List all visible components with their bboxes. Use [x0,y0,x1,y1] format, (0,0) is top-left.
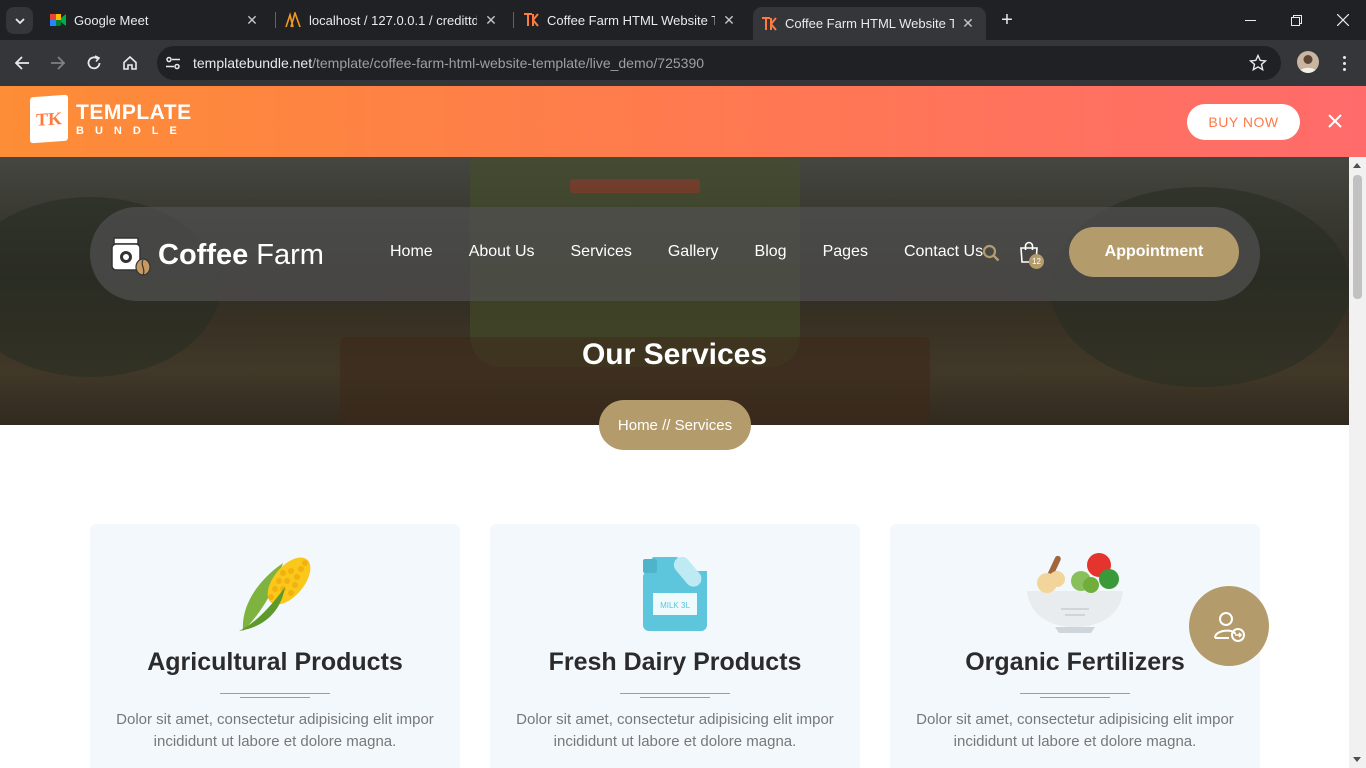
page-title: Our Services [581,338,768,371]
browser-menu-icon[interactable] [1334,51,1354,75]
tab-google-meet[interactable]: Google Meet ✕ [40,0,272,40]
nav-blog[interactable]: Blog [755,243,787,261]
url-path: /template/coffee-farm-html-website-templ… [312,55,705,71]
site-info-icon[interactable] [165,55,181,76]
service-description: Dolor sit amet, consectetur adipisicing … [916,711,1234,750]
tab-title: Coffee Farm HTML Website Tem [547,12,715,28]
scrollbar-thumb[interactable] [1353,175,1362,299]
service-card-dairy[interactable]: MILK 3L Fresh Dairy Products Dolor sit a… [490,524,860,768]
restore-icon[interactable] [1273,0,1319,40]
service-card-agricultural[interactable]: Agricultural Products Dolor sit amet, co… [90,524,460,768]
close-window-icon[interactable] [1320,0,1366,40]
salad-bowl-icon [1027,553,1123,633]
brand-name-bold: Coffee [158,238,249,271]
tab-title: Google Meet [74,12,149,28]
close-tab-icon[interactable]: ✕ [958,15,978,32]
appointment-button[interactable]: Appointment [1069,227,1239,277]
templatebundle-icon [761,16,777,32]
logo-text-top: TEMPLATE [76,100,192,124]
tab-title: localhost / 127.0.0.1 / credittdb [309,12,477,28]
nav-pages[interactable]: Pages [823,243,868,261]
url-host: templatebundle.net [193,55,313,71]
site-navbar: Coffee Farm Home About Us Services Galle… [90,207,1260,301]
google-meet-icon [50,12,66,28]
title-divider [220,693,330,698]
main-menu: Home About Us Services Gallery Blog Page… [390,243,1019,261]
coffee-farm-logo[interactable]: Coffee Farm [110,234,324,276]
tab-search-button[interactable] [6,7,33,34]
service-title: Agricultural Products [147,648,403,676]
nav-gallery[interactable]: Gallery [668,243,719,261]
brand-name: Coffee Farm [158,239,324,272]
tab-phpmyadmin[interactable]: localhost / 127.0.0.1 / credittdb ✕ [277,0,509,40]
templatebundle-icon [523,12,539,28]
close-tab-icon[interactable]: ✕ [719,12,739,29]
buy-now-button[interactable]: BUY NOW [1187,104,1300,140]
user-switch-icon [1214,612,1245,642]
forward-arrow-icon[interactable] [46,51,70,75]
svg-text:MILK 3L: MILK 3L [660,601,690,610]
logo-mark: TK [30,94,68,144]
browser-toolbar: templatebundle.net/template/coffee-farm-… [0,40,1366,86]
tab-separator [513,12,514,28]
search-icon[interactable] [982,244,1000,267]
bookmark-star-icon[interactable] [1248,53,1268,77]
service-description: Dolor sit amet, consectetur adipisicing … [116,711,434,750]
title-divider [620,693,730,698]
chevron-down-icon [14,17,25,24]
profile-avatar[interactable] [1297,51,1319,73]
scroll-up-arrow-icon[interactable] [1353,163,1361,168]
promo-bar: TK TEMPLATE BUNDLE BUY NOW [0,86,1366,157]
close-icon[interactable] [1324,110,1346,132]
page-viewport: Coffee Farm Home About Us Services Galle… [0,157,1349,768]
page-scrollbar[interactable] [1349,157,1366,768]
browser-tab-strip: Google Meet ✕ localhost / 127.0.0.1 / cr… [0,0,1366,40]
breadcrumb[interactable]: Home // Services [599,400,751,450]
close-tab-icon[interactable]: ✕ [242,12,262,29]
coffee-jar-icon [111,237,151,276]
reload-icon[interactable] [82,51,106,75]
nav-services[interactable]: Services [571,243,632,261]
nav-about-us[interactable]: About Us [469,243,535,261]
back-arrow-icon[interactable] [10,51,34,75]
hero-banner: Coffee Farm Home About Us Services Galle… [0,157,1349,425]
floating-contact-button[interactable] [1189,586,1269,666]
tab-coffee-farm-1[interactable]: Coffee Farm HTML Website Tem ✕ [515,0,747,40]
minimize-icon[interactable] [1227,0,1273,40]
cart-count-badge: 12 [1029,254,1044,269]
phpmyadmin-icon [285,12,301,28]
tab-separator [275,12,276,28]
url-text: templatebundle.net/template/coffee-farm-… [193,55,704,71]
tab-coffee-farm-active[interactable]: Coffee Farm HTML Website Tem ✕ [753,7,986,40]
address-bar[interactable]: templatebundle.net/template/coffee-farm-… [157,46,1281,80]
title-divider [1020,693,1130,698]
tab-title: Coffee Farm HTML Website Tem [785,16,954,31]
corn-icon [239,557,311,631]
service-title: Fresh Dairy Products [548,648,802,676]
milk-jug-icon: MILK 3L [643,556,707,631]
nav-home[interactable]: Home [390,243,433,261]
nav-contact-us[interactable]: Contact Us [904,243,983,261]
hero-harvester-stripe [570,179,700,193]
scroll-down-arrow-icon[interactable] [1353,757,1361,762]
logo-text-bottom: BUNDLE [76,124,188,137]
brand-name-light: Farm [248,238,324,271]
service-description: Dolor sit amet, consectetur adipisicing … [516,711,834,750]
home-icon[interactable] [118,51,142,75]
templatebundle-logo[interactable]: TK TEMPLATE BUNDLE [30,94,192,144]
close-tab-icon[interactable]: ✕ [481,12,501,29]
new-tab-plus-icon[interactable]: + [995,8,1019,32]
